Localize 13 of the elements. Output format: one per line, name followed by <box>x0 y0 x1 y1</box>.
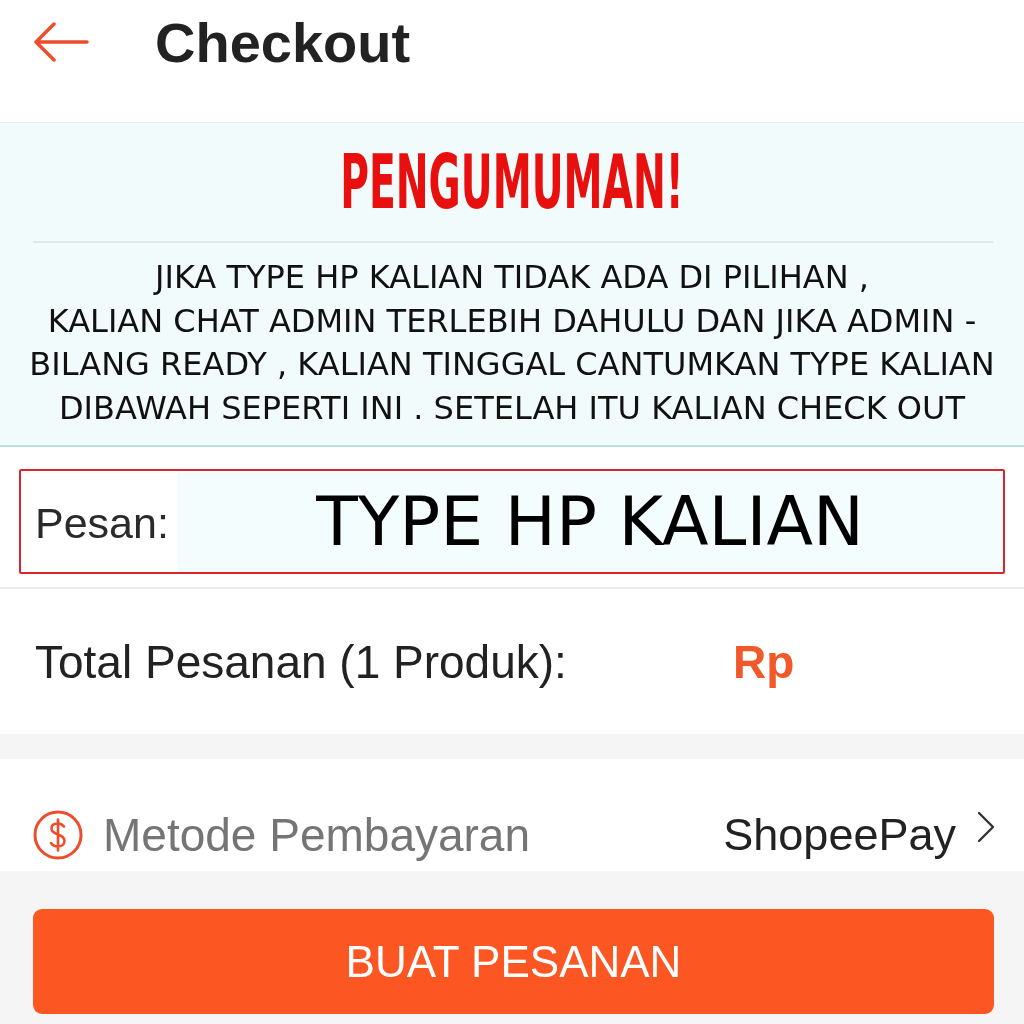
payment-method-row[interactable]: Metode Pembayaran ShopeePay <box>0 759 1024 871</box>
back-arrow-icon[interactable] <box>33 22 89 62</box>
announcement-title: PENGUMUMAN! <box>340 143 684 221</box>
order-total-amount: Rp <box>733 634 795 689</box>
message-input[interactable]: TYPE HP KALIAN <box>177 471 1003 572</box>
page-title: Checkout <box>155 12 411 74</box>
payment-method-label: Metode Pembayaran <box>103 808 531 862</box>
chevron-right-icon <box>976 811 996 843</box>
dollar-circle-icon <box>33 810 83 860</box>
announcement-text: JIKA TYPE HP KALIAN TIDAK ADA DI PILIHAN , KALIAN CHAT ADMIN TERLEBIH DAHULU DAN JIKA ADMIN - BILANG READY , KALIAN TINGGAL CANTUMKAN TYPE KALIAN DIBAWAH SEPERTI INI . SETELAH ITU KALIAN CHECK OUT <box>28 257 996 429</box>
order-total-label: Total Pesanan (1 Produk): <box>35 634 568 689</box>
payment-method-value: ShopeePay <box>723 809 956 861</box>
message-label: Pesan: <box>34 498 170 549</box>
